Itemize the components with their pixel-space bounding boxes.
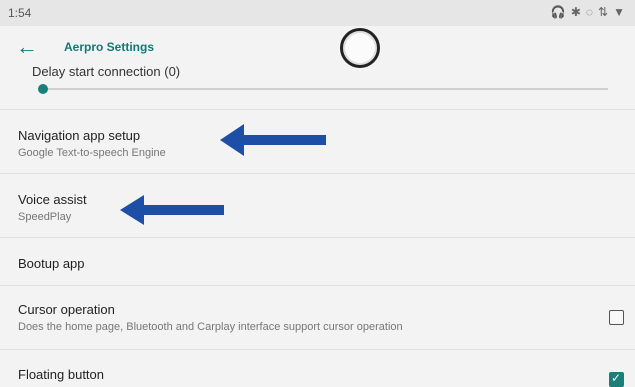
delay-slider[interactable]	[38, 84, 608, 94]
setting-title: Navigation app setup	[18, 128, 141, 143]
setting-voice-assist[interactable]: Voice assist SpeedPlay	[0, 173, 635, 238]
location-icon: ◌	[585, 5, 594, 19]
status-icons: 🎧 ✱ ◌ ⇅ ▼	[551, 5, 625, 19]
status-time: 1:54	[8, 6, 32, 20]
setting-subtitle: SpeedPlay	[18, 211, 72, 223]
wifi-icon: ▼	[613, 5, 625, 19]
headphones-icon: 🎧	[550, 5, 566, 19]
setting-title: Bootup app	[18, 256, 85, 271]
arrow-left-icon	[220, 124, 326, 156]
floating-button-checkbox[interactable]	[609, 371, 624, 387]
delay-label: Delay start connection (0)	[32, 64, 181, 79]
page-title: Aerpro Settings	[64, 40, 155, 54]
settings-list: Delay start connection (0) Navigation ap…	[0, 60, 635, 387]
data-icon: ⇅	[598, 5, 609, 19]
setting-title: Voice assist	[18, 192, 87, 207]
setting-title: Cursor operation	[18, 302, 115, 317]
bluetooth-icon: ✱	[570, 5, 581, 19]
setting-bootup-app[interactable]: Bootup app	[0, 237, 635, 286]
setting-subtitle: Google Text-to-speech Engine	[18, 147, 166, 159]
arrow-left-icon	[120, 195, 224, 225]
setting-cursor-operation[interactable]: Cursor operation Does the home page, Blu…	[0, 285, 635, 350]
setting-navigation-app[interactable]: Navigation app setup Google Text-to-spee…	[0, 109, 635, 174]
setting-title: Floating button	[18, 367, 105, 382]
slider-thumb[interactable]	[38, 84, 48, 94]
setting-subtitle: Does the home page, Bluetooth and Carpla…	[18, 321, 403, 333]
cursor-operation-checkbox[interactable]	[609, 310, 624, 325]
status-bar: 1:54 🎧 ✱ ◌ ⇅ ▼	[0, 0, 635, 26]
setting-floating-button[interactable]: Floating button	[0, 349, 635, 387]
back-arrow-icon[interactable]: ←	[14, 34, 40, 60]
